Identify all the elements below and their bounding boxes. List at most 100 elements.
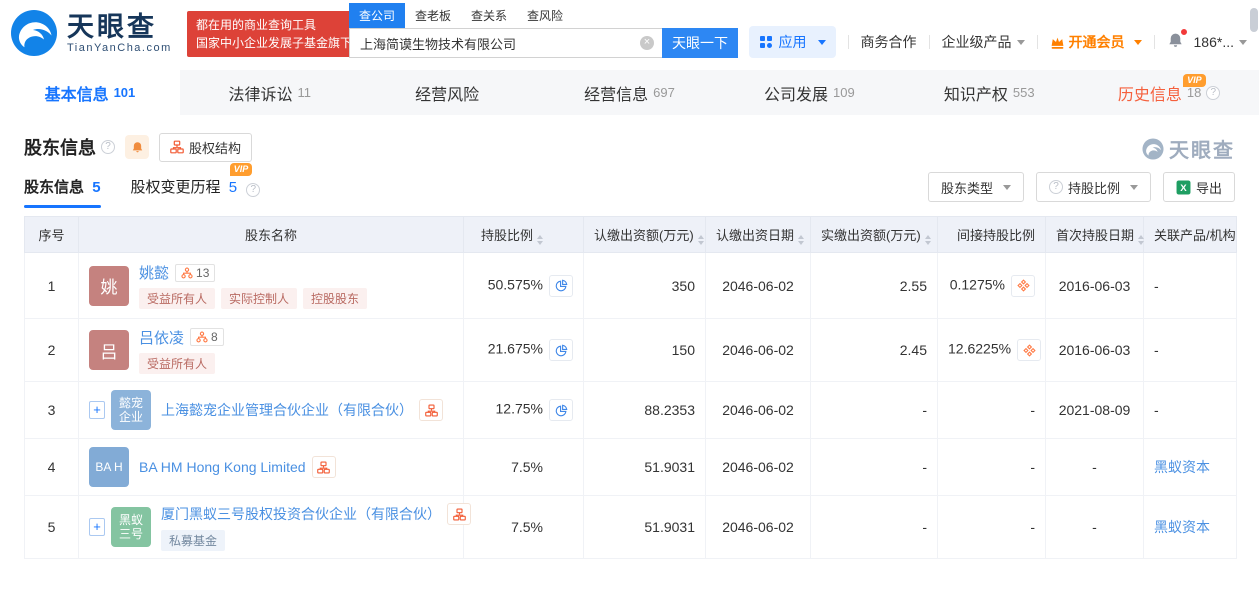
notification-bell-icon[interactable] <box>1167 32 1184 52</box>
shareholder-type-dropdown[interactable]: 股东类型 <box>928 172 1024 202</box>
indirect-ratio-cell: - <box>938 496 1046 559</box>
subscribed-date-cell: 2046-06-02 <box>706 319 811 382</box>
excel-icon: X <box>1176 180 1191 195</box>
col-subscribed-amount[interactable]: 认缴出资额(万元) <box>584 217 706 253</box>
brand-name: 天眼查 <box>67 12 172 42</box>
col-subscribed-date[interactable]: 认缴出资日期 <box>706 217 811 253</box>
section-header: 股东信息 股权结构 <box>24 132 1235 162</box>
col-shareholder-name: 股东名称 <box>79 217 464 253</box>
serial-number: 2 <box>25 319 79 382</box>
ownership-pie-icon[interactable] <box>549 339 573 361</box>
tab-intellectual-property[interactable]: 知识产权 553 <box>899 70 1079 115</box>
tianyancha-logo[interactable]: 天眼查 TianYanCha.com <box>10 9 172 57</box>
monitor-bell-button[interactable] <box>125 135 149 159</box>
svg-text:X: X <box>1180 183 1187 194</box>
crown-icon <box>1050 35 1065 50</box>
section-title: 股东信息 <box>24 134 96 160</box>
table-row: 3 懿宠 企业 上海懿宠企业管理合伙企业（有限合伙） <box>25 382 1237 439</box>
nav-enterprise-products[interactable]: 企业级产品 <box>942 32 1025 52</box>
related-capital-link[interactable]: 黑蚁资本 <box>1154 459 1210 475</box>
tab-history-info[interactable]: VIP 历史信息 18 <box>1079 70 1259 115</box>
help-icon[interactable] <box>1206 86 1220 100</box>
equity-structure-icon[interactable] <box>447 503 471 525</box>
avatar[interactable]: BA H <box>89 447 129 487</box>
clear-input-icon[interactable] <box>640 36 654 50</box>
shareholder-link[interactable]: BA HM Hong Kong Limited <box>139 459 306 475</box>
help-icon[interactable] <box>246 183 260 197</box>
shareholder-table: 序号 股东名称 持股比例 认缴出资额(万元) 认缴出资日期 实缴出资额(万元) … <box>24 216 1237 559</box>
avatar[interactable]: 懿宠 企业 <box>111 390 151 430</box>
apps-menu[interactable]: 应用 <box>749 26 836 58</box>
expand-row-button[interactable] <box>89 401 105 419</box>
serial-number: 4 <box>25 439 79 496</box>
subscribed-amount-cell: 51.9031 <box>584 439 706 496</box>
avatar[interactable]: 吕 <box>89 330 129 370</box>
shareholder-name-cell: 姚 姚懿 13 <box>79 253 464 319</box>
search-input[interactable] <box>349 28 662 58</box>
shareholder-name-cell: 黑蚁 三号 厦门黑蚁三号股权投资合伙企业（有限合伙） <box>79 496 464 559</box>
sort-icon[interactable] <box>698 235 704 245</box>
tab-operating-info[interactable]: 经营信息 697 <box>540 70 720 115</box>
table-row: 4 BA H BA HM Hong Kong Limited <box>25 439 1237 496</box>
tianyancha-page: 天眼查 TianYanCha.com 都在用的商业查询工具 国家中小企业发展子基… <box>0 0 1259 591</box>
shareholder-link[interactable]: 厦门黑蚁三号股权投资合伙企业（有限合伙） <box>161 504 441 524</box>
nav-business-cooperation[interactable]: 商务合作 <box>861 32 917 52</box>
tab-basic-info[interactable]: 基本信息 101 <box>0 70 180 115</box>
search-tab-risk[interactable]: 查风险 <box>517 3 573 28</box>
sort-icon[interactable] <box>925 235 931 245</box>
shareholder-link[interactable]: 吕依凌 <box>139 327 184 348</box>
search-button[interactable]: 天眼一下 <box>662 28 738 58</box>
tab-operating-risk[interactable]: 经营风险 <box>360 70 540 115</box>
apps-grid-icon <box>759 35 773 49</box>
divider <box>848 35 849 49</box>
related-capital-link[interactable]: 黑蚁资本 <box>1154 519 1210 535</box>
subtab-shareholder-info[interactable]: 股东信息 5 <box>24 176 101 208</box>
equity-structure-button[interactable]: 股权结构 <box>159 133 252 162</box>
related-products-cell: - <box>1144 319 1237 382</box>
search-tab-boss[interactable]: 查老板 <box>405 3 461 28</box>
search-tab-company[interactable]: 查公司 <box>349 3 405 28</box>
chevron-down-icon <box>1003 185 1011 190</box>
sort-icon[interactable] <box>798 235 804 245</box>
expand-row-button[interactable] <box>89 518 105 536</box>
user-phone-menu[interactable]: 186*... <box>1194 34 1247 50</box>
col-holding-ratio[interactable]: 持股比例 <box>464 217 584 253</box>
subtab-equity-change-history[interactable]: VIP 股权变更历程 5 <box>131 176 261 208</box>
col-indirect-ratio: 间接持股比例 <box>938 217 1046 253</box>
top-nav: 应用 商务合作 企业级产品 开通会员 <box>749 26 1247 58</box>
shareholder-link[interactable]: 上海懿宠企业管理合伙企业（有限合伙） <box>161 400 413 420</box>
shareholder-name-cell: BA H BA HM Hong Kong Limited <box>79 439 464 496</box>
avatar[interactable]: 姚 <box>89 266 129 306</box>
indirect-holding-icon[interactable] <box>1017 339 1041 361</box>
equity-structure-icon[interactable] <box>312 456 336 478</box>
scrollbar-thumb[interactable] <box>1250 8 1258 32</box>
shareholder-name-cell: 吕 吕依凌 8 <box>79 319 464 382</box>
nav-open-membership[interactable]: 开通会员 <box>1050 32 1142 52</box>
tab-company-development[interactable]: 公司发展 109 <box>719 70 899 115</box>
related-products-cell: 黑蚁资本 <box>1144 496 1237 559</box>
avatar[interactable]: 黑蚁 三号 <box>111 507 151 547</box>
equity-penetration-badge[interactable]: 13 <box>175 264 215 282</box>
col-paid-amount[interactable]: 实缴出资额(万元) <box>811 217 938 253</box>
equity-structure-icon[interactable] <box>419 399 443 421</box>
subscribed-amount-cell: 350 <box>584 253 706 319</box>
indirect-holding-icon[interactable] <box>1011 275 1035 297</box>
sort-icon[interactable] <box>537 235 543 245</box>
help-icon[interactable] <box>101 140 115 154</box>
holding-ratio-dropdown[interactable]: 持股比例 <box>1036 172 1151 202</box>
export-button[interactable]: X 导出 <box>1163 172 1235 202</box>
col-first-holding-date[interactable]: 首次持股日期 <box>1046 217 1144 253</box>
search-tab-relation[interactable]: 查关系 <box>461 3 517 28</box>
ownership-pie-icon[interactable] <box>549 399 573 421</box>
company-section-tabs: 基本信息 101 法律诉讼 11 经营风险 经营信息 697 公司发展 109 … <box>0 70 1259 115</box>
ownership-pie-icon[interactable] <box>549 275 573 297</box>
shareholder-link[interactable]: 姚懿 <box>139 262 169 283</box>
chevron-down-icon <box>1017 40 1025 45</box>
holding-ratio-cell: 21.675% <box>464 319 584 382</box>
tab-legal-litigation[interactable]: 法律诉讼 11 <box>180 70 360 115</box>
equity-penetration-badge[interactable]: 8 <box>190 328 224 346</box>
fund-tag: 私募基金 <box>161 530 225 551</box>
sort-icon[interactable] <box>1138 235 1144 245</box>
serial-number: 1 <box>25 253 79 319</box>
paid-amount-cell: 2.45 <box>811 319 938 382</box>
